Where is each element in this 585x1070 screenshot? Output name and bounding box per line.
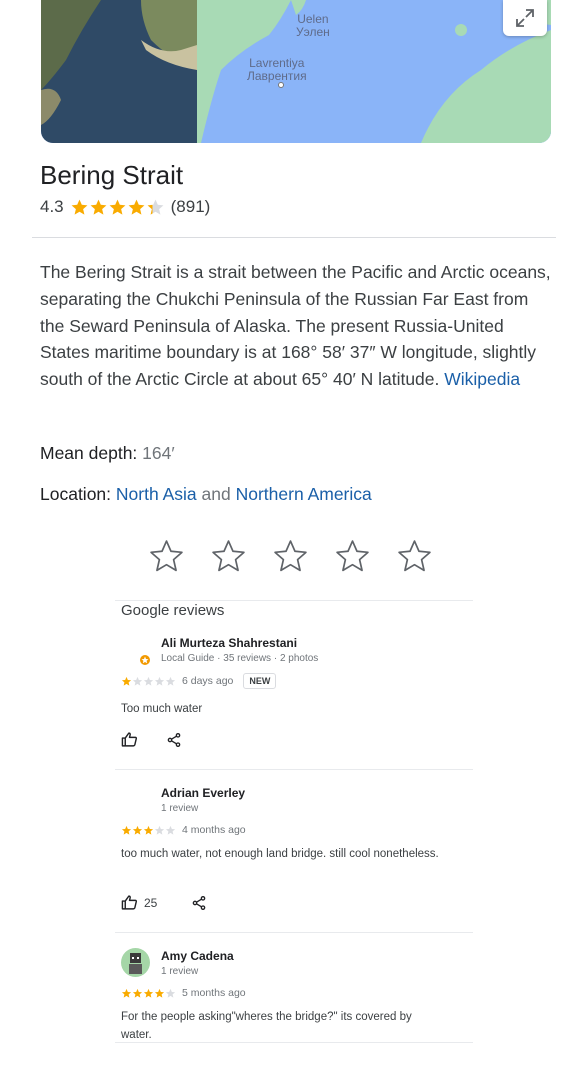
avatar[interactable] bbox=[121, 948, 150, 977]
fact-mean-depth: Mean depth: 164′ bbox=[40, 443, 175, 464]
star-icon bbox=[165, 988, 176, 998]
rate-star-4-icon[interactable] bbox=[334, 538, 371, 575]
thumbs-up-icon[interactable] bbox=[121, 731, 138, 748]
rate-star-2-icon[interactable] bbox=[210, 538, 247, 575]
star-icon bbox=[121, 988, 132, 998]
star-icon bbox=[154, 825, 165, 835]
map-label-lavrentiya: Lavrentiya Лаврентия bbox=[247, 56, 307, 83]
star-icon bbox=[128, 199, 145, 215]
rate-star-1-icon[interactable] bbox=[148, 538, 185, 575]
fact-value: 164′ bbox=[142, 443, 175, 463]
review-actions bbox=[121, 731, 182, 748]
avatar-initial: A bbox=[130, 791, 141, 808]
reviewer-name[interactable]: Ali Murteza Shahrestani bbox=[161, 636, 297, 650]
share-icon[interactable] bbox=[166, 732, 182, 748]
review-rating-row: 5 months ago bbox=[121, 987, 246, 999]
star-icon bbox=[143, 988, 154, 998]
review-text: For the people asking"wheres the bridge?… bbox=[121, 1011, 412, 1041]
map-label-uelen: Uelen Уэлен bbox=[296, 12, 330, 39]
reviews-header: Google reviews bbox=[121, 602, 225, 619]
review-text: Too much water bbox=[121, 703, 203, 715]
review-rating-row: 6 days ago NEW bbox=[121, 673, 277, 689]
divider bbox=[115, 769, 473, 770]
divider bbox=[32, 237, 556, 238]
description: The Bering Strait is a strait between th… bbox=[40, 259, 555, 393]
wikipedia-link[interactable]: Wikipedia bbox=[444, 369, 520, 389]
star-icon bbox=[143, 676, 154, 686]
rate-star-3-icon[interactable] bbox=[272, 538, 309, 575]
location-link-north-asia[interactable]: North Asia bbox=[116, 484, 197, 504]
divider bbox=[115, 1042, 473, 1043]
avatar[interactable]: A bbox=[121, 636, 151, 666]
star-icon bbox=[71, 199, 88, 215]
star-icon bbox=[109, 199, 126, 215]
expand-arrows-icon bbox=[516, 9, 534, 27]
rating-row[interactable]: 4.3 (891) bbox=[40, 197, 210, 217]
thumbs-up-icon[interactable] bbox=[121, 894, 138, 911]
rating-value: 4.3 bbox=[40, 197, 64, 216]
map-preview[interactable]: Uelen Уэлен Lavrentiya Лаврентия bbox=[41, 0, 551, 143]
share-icon[interactable] bbox=[191, 895, 207, 911]
review-time: 6 days ago bbox=[182, 675, 234, 687]
like-count: 25 bbox=[144, 895, 158, 910]
star-icon bbox=[132, 825, 143, 835]
divider bbox=[115, 600, 473, 601]
star-icon bbox=[165, 825, 176, 835]
review-actions: 25 bbox=[121, 894, 207, 911]
reviewer-meta: 1 review bbox=[161, 966, 199, 977]
review-stars bbox=[121, 676, 176, 687]
review-rating-row: 4 months ago bbox=[121, 824, 246, 836]
review-count: (891) bbox=[170, 197, 211, 216]
divider bbox=[115, 932, 473, 933]
star-icon bbox=[143, 825, 154, 835]
local-guide-badge-icon bbox=[139, 654, 151, 666]
review-text: too much water, not enough land bridge. … bbox=[121, 848, 439, 860]
avatar-image-icon bbox=[121, 948, 150, 977]
reviewer-name[interactable]: Amy Cadena bbox=[161, 949, 234, 963]
rating-stars bbox=[70, 198, 165, 217]
reviewer-name[interactable]: Adrian Everley bbox=[161, 786, 245, 800]
star-icon bbox=[165, 676, 176, 686]
star-icon bbox=[154, 676, 165, 686]
star-icon bbox=[90, 199, 107, 215]
expand-map-button[interactable] bbox=[503, 0, 547, 36]
star-icon bbox=[147, 199, 164, 215]
location-link-northern-america[interactable]: Northern America bbox=[236, 484, 372, 504]
star-icon bbox=[154, 988, 165, 998]
star-icon bbox=[121, 676, 132, 686]
reviewer-meta: Local Guide · 35 reviews · 2 photos bbox=[161, 653, 319, 664]
rate-stars[interactable] bbox=[148, 538, 433, 575]
place-title: Bering Strait bbox=[40, 160, 184, 190]
review-stars bbox=[121, 825, 176, 836]
avatar[interactable]: A bbox=[121, 785, 150, 814]
star-icon bbox=[132, 676, 143, 686]
reviewer-meta: 1 review bbox=[161, 803, 199, 814]
star-icon bbox=[121, 825, 132, 835]
fact-connector: and bbox=[201, 484, 231, 504]
new-badge: NEW bbox=[243, 673, 277, 689]
star-icon bbox=[132, 988, 143, 998]
fact-label: Mean depth: bbox=[40, 443, 138, 463]
rate-star-5-icon[interactable] bbox=[396, 538, 433, 575]
review-time: 4 months ago bbox=[182, 824, 246, 836]
review-time: 5 months ago bbox=[182, 987, 246, 999]
fact-location: Location: North Asia and Northern Americ… bbox=[40, 484, 372, 505]
fact-label: Location: bbox=[40, 484, 112, 504]
review-stars bbox=[121, 988, 176, 999]
